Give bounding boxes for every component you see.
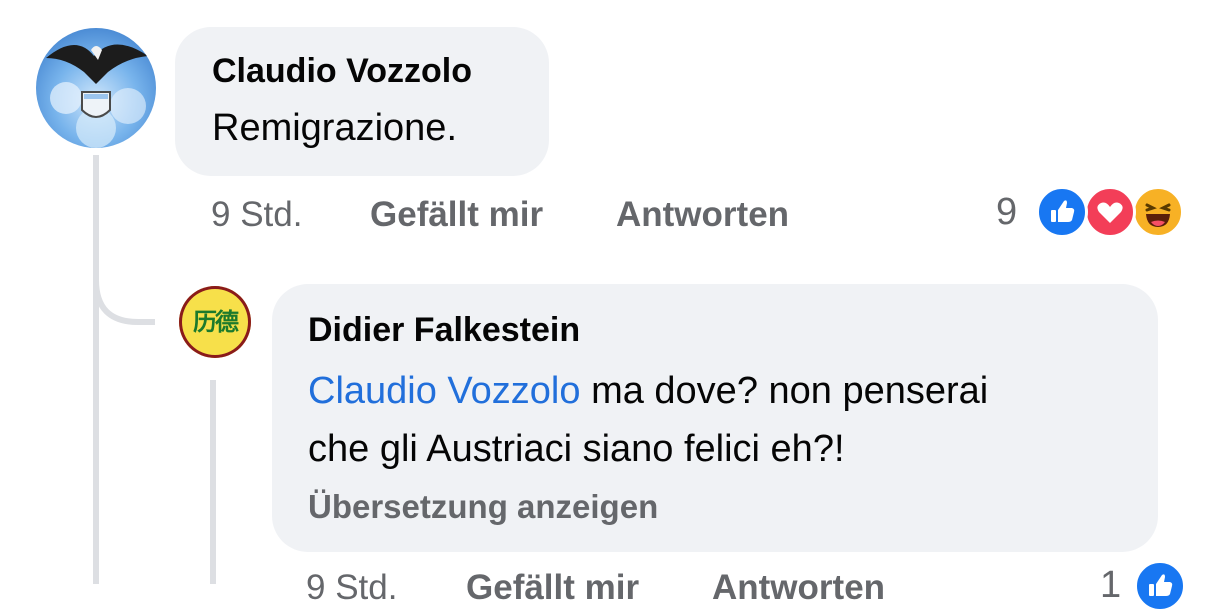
like-icon[interactable]	[1134, 560, 1186, 612]
reply-like-button[interactable]: Gefällt mir	[466, 568, 639, 608]
reply-author[interactable]: Didier Falkestein	[308, 310, 1158, 350]
eagle-logo-icon	[46, 44, 148, 148]
mention-link[interactable]: Claudio Vozzolo	[308, 370, 581, 412]
comment-author[interactable]: Claudio Vozzolo	[212, 51, 549, 91]
reply-avatar-text: 历德	[193, 308, 239, 336]
haha-icon	[1132, 186, 1184, 238]
comment-timestamp[interactable]: 9 Std.	[211, 195, 302, 235]
love-icon	[1084, 186, 1136, 238]
reaction-count[interactable]: 9	[996, 191, 1017, 234]
avatar[interactable]	[36, 28, 156, 148]
reply-timestamp[interactable]: 9 Std.	[306, 568, 397, 608]
comment-bubble[interactable]: Claudio Vozzolo Remigrazione.	[175, 27, 549, 176]
reply-text: ma dove? non penserai	[580, 370, 989, 412]
reply-button[interactable]: Antworten	[616, 195, 789, 235]
thread-connector-curve	[93, 240, 155, 325]
reply-reaction-count[interactable]: 1	[1100, 564, 1121, 607]
reply-text-line2: che gli Austriaci siano felici eh?!	[308, 428, 845, 470]
thread-line-reply	[210, 380, 216, 584]
reply-avatar[interactable]: 历德	[179, 286, 251, 358]
reply-bubble[interactable]: Didier Falkestein Claudio Vozzolo ma dov…	[272, 284, 1158, 552]
reply-text-line1: Claudio Vozzolo ma dove? non penserai	[308, 362, 1158, 420]
comment-text: Remigrazione.	[212, 107, 457, 149]
reply-reply-button[interactable]: Antworten	[712, 568, 885, 608]
translate-link[interactable]: Übersetzung anzeigen	[308, 488, 1158, 526]
thread-line-main	[93, 155, 99, 584]
like-button[interactable]: Gefällt mir	[370, 195, 543, 235]
like-icon	[1036, 186, 1088, 238]
